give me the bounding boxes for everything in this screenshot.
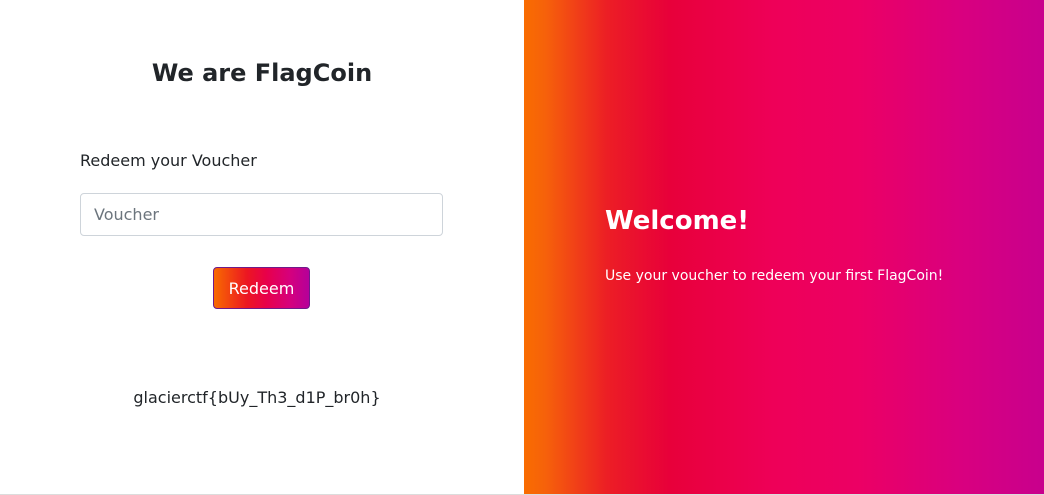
welcome-panel: Welcome! Use your voucher to redeem your… bbox=[524, 0, 1044, 494]
redeem-voucher-label: Redeem your Voucher bbox=[80, 151, 257, 170]
redeem-button[interactable]: Redeem bbox=[213, 267, 310, 309]
flag-text: glacierctf{bUy_Th3_d1P_br0h} bbox=[133, 388, 381, 407]
welcome-heading: Welcome! bbox=[605, 206, 750, 236]
voucher-input[interactable] bbox=[80, 193, 443, 236]
welcome-text: Use your voucher to redeem your first Fl… bbox=[605, 268, 944, 284]
page: We are FlagCoin Redeem your Voucher Rede… bbox=[0, 0, 1044, 495]
page-title: We are FlagCoin bbox=[151, 59, 373, 87]
login-panel: We are FlagCoin Redeem your Voucher Rede… bbox=[0, 0, 524, 494]
